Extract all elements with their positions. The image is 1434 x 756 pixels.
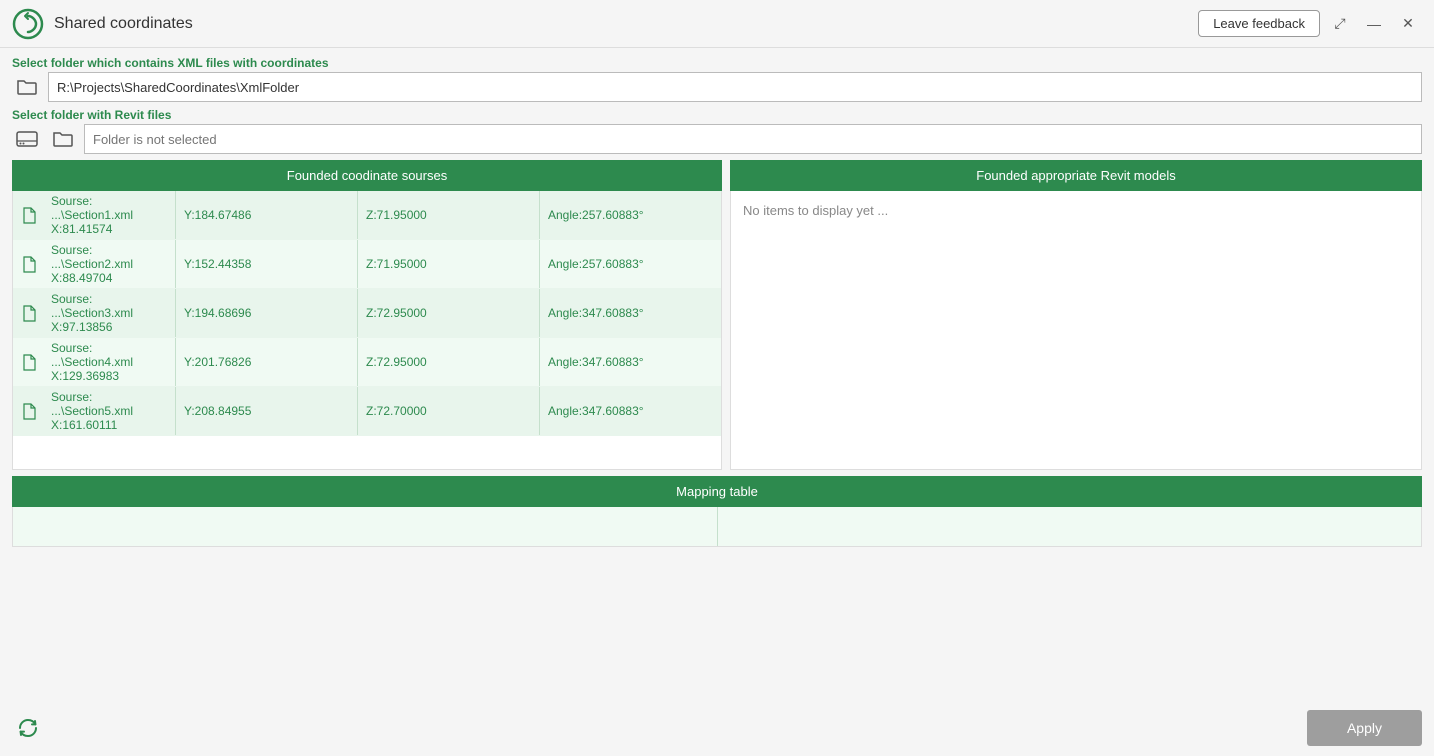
row-z-cell: Z:71.95000	[357, 240, 539, 288]
row-source-name: Sourse: ...\Section1.xml	[51, 194, 169, 222]
revit-folder-icon-button[interactable]	[48, 124, 78, 154]
mapping-col-right	[718, 507, 1422, 546]
row-angle-cell: Angle:257.60883°	[539, 191, 721, 239]
close-button[interactable]: ✕	[1394, 10, 1422, 38]
row-source-name: Sourse: ...\Section4.xml	[51, 341, 169, 369]
row-y-cell: Y:184.67486	[175, 191, 357, 239]
xml-folder-label: Select folder which contains XML files w…	[12, 56, 1422, 70]
mapping-table-body	[12, 507, 1422, 547]
revit-models-body: No items to display yet ...	[730, 191, 1422, 470]
maximize-button[interactable]: ⤢	[1326, 10, 1354, 38]
tables-area: Founded coodinate sourses Sourse: ...\Se…	[12, 160, 1422, 470]
coord-sources-body: Sourse: ...\Section1.xml X:81.41574 Y:18…	[12, 191, 722, 470]
row-source-name: Sourse: ...\Section5.xml	[51, 390, 169, 418]
revit-folder-label: Select folder with Revit files	[12, 108, 1422, 122]
bottom-bar: Apply	[0, 700, 1434, 756]
revit-folder-section: Select folder with Revit files	[12, 108, 1422, 154]
refresh-button[interactable]	[12, 712, 44, 744]
row-x-value: X:88.49704	[51, 271, 169, 285]
row-y-cell: Y:152.44358	[175, 240, 357, 288]
title-bar-actions: Leave feedback ⤢ — ✕	[1198, 10, 1422, 38]
app-logo	[12, 8, 44, 40]
mapping-section: Mapping table	[12, 476, 1422, 547]
revit-models-panel: Founded appropriate Revit models No item…	[730, 160, 1422, 470]
content-area: Select folder which contains XML files w…	[0, 48, 1434, 700]
revit-folder-input-row	[12, 124, 1422, 154]
row-x-value: X:97.13856	[51, 320, 169, 334]
revit-folder-input[interactable]	[84, 124, 1422, 154]
row-source-name: Sourse: ...\Section3.xml	[51, 292, 169, 320]
table-row[interactable]: Sourse: ...\Section5.xml X:161.60111 Y:2…	[13, 387, 721, 436]
apply-button[interactable]: Apply	[1307, 710, 1422, 746]
row-y-cell: Y:208.84955	[175, 387, 357, 435]
file-icon	[13, 289, 45, 337]
row-name-cell: Sourse: ...\Section2.xml X:88.49704	[45, 240, 175, 288]
hdd-icon	[16, 130, 38, 148]
row-name-cell: Sourse: ...\Section4.xml X:129.36983	[45, 338, 175, 386]
feedback-button[interactable]: Leave feedback	[1198, 10, 1320, 37]
row-angle-cell: Angle:257.60883°	[539, 240, 721, 288]
xml-folder-input-row	[12, 72, 1422, 102]
app-title: Shared coordinates	[54, 15, 1198, 33]
row-source-name: Sourse: ...\Section2.xml	[51, 243, 169, 271]
mapping-table-header: Mapping table	[12, 476, 1422, 507]
title-bar: Shared coordinates Leave feedback ⤢ — ✕	[0, 0, 1434, 48]
table-row[interactable]: Sourse: ...\Section1.xml X:81.41574 Y:18…	[13, 191, 721, 240]
revit-hdd-icon-button[interactable]	[12, 124, 42, 154]
row-x-value: X:129.36983	[51, 369, 169, 383]
row-x-value: X:81.41574	[51, 222, 169, 236]
xml-folder-section: Select folder which contains XML files w…	[12, 56, 1422, 102]
table-row[interactable]: Sourse: ...\Section4.xml X:129.36983 Y:2…	[13, 338, 721, 387]
row-y-cell: Y:201.76826	[175, 338, 357, 386]
minimize-button[interactable]: —	[1360, 10, 1388, 38]
folder2-icon	[53, 130, 73, 148]
file-icon	[13, 338, 45, 386]
row-z-cell: Z:72.70000	[357, 387, 539, 435]
row-angle-cell: Angle:347.60883°	[539, 289, 721, 337]
row-y-cell: Y:194.68696	[175, 289, 357, 337]
mapping-col-left	[13, 507, 718, 546]
xml-folder-input[interactable]	[48, 72, 1422, 102]
row-name-cell: Sourse: ...\Section3.xml X:97.13856	[45, 289, 175, 337]
file-icon	[13, 191, 45, 239]
row-angle-cell: Angle:347.60883°	[539, 338, 721, 386]
table-row[interactable]: Sourse: ...\Section3.xml X:97.13856 Y:19…	[13, 289, 721, 338]
row-angle-cell: Angle:347.60883°	[539, 387, 721, 435]
coord-sources-panel: Founded coodinate sourses Sourse: ...\Se…	[12, 160, 722, 470]
refresh-icon	[16, 716, 40, 740]
revit-models-header: Founded appropriate Revit models	[730, 160, 1422, 191]
table-row[interactable]: Sourse: ...\Section2.xml X:88.49704 Y:15…	[13, 240, 721, 289]
file-icon	[13, 387, 45, 435]
row-name-cell: Sourse: ...\Section5.xml X:161.60111	[45, 387, 175, 435]
row-z-cell: Z:72.95000	[357, 338, 539, 386]
no-items-message: No items to display yet ...	[731, 191, 1421, 230]
folder-icon	[17, 78, 37, 96]
row-x-value: X:161.60111	[51, 418, 169, 432]
row-z-cell: Z:71.95000	[357, 191, 539, 239]
row-z-cell: Z:72.95000	[357, 289, 539, 337]
row-name-cell: Sourse: ...\Section1.xml X:81.41574	[45, 191, 175, 239]
app-container: Shared coordinates Leave feedback ⤢ — ✕ …	[0, 0, 1434, 756]
xml-folder-icon-button[interactable]	[12, 72, 42, 102]
coord-sources-header: Founded coodinate sourses	[12, 160, 722, 191]
file-icon	[13, 240, 45, 288]
